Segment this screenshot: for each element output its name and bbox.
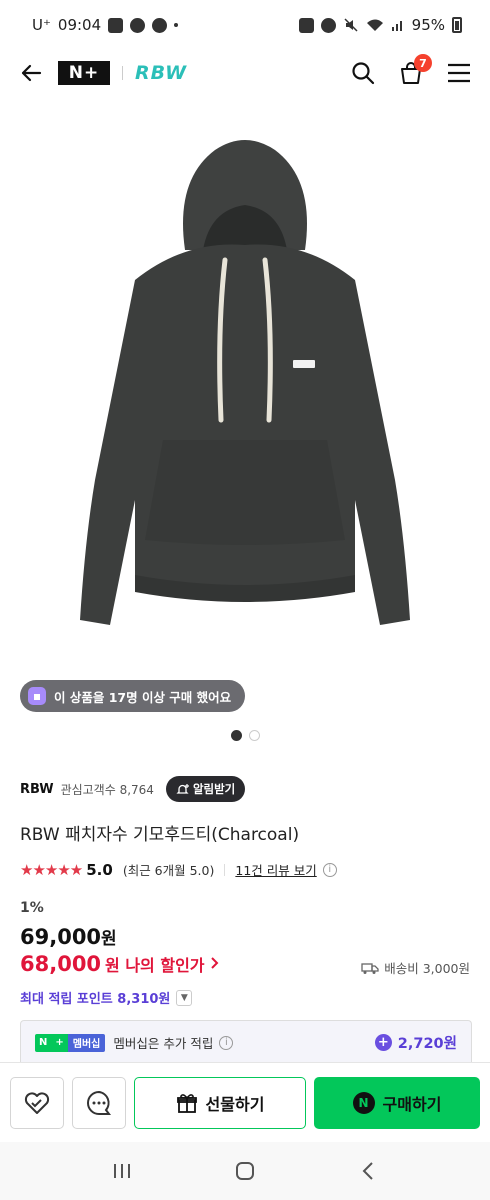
- my-price-label: 원 나의 할인가: [105, 956, 205, 975]
- membership-badge: N + 멤버십: [35, 1033, 106, 1052]
- carrier-label: U⁺: [32, 16, 51, 34]
- chevron-down-icon[interactable]: ▼: [176, 989, 193, 1006]
- talk-button[interactable]: [72, 1076, 126, 1129]
- naver-n-mark: N: [35, 1033, 52, 1052]
- rating-divider: [224, 863, 226, 876]
- chat-bubble-icon: [87, 1090, 111, 1115]
- nplus-logo[interactable]: N+: [58, 61, 110, 85]
- alarm-icon: [320, 17, 336, 33]
- wifi-icon: [366, 19, 383, 31]
- discount-rate: 1%: [20, 900, 44, 916]
- gallery-icon: [108, 17, 124, 33]
- image-pager: [0, 730, 490, 741]
- header-actions: 7: [348, 54, 474, 88]
- shopping-bag-icon: [28, 687, 46, 705]
- home-icon: [235, 1162, 254, 1180]
- membership-points: + 2,720원: [374, 1032, 457, 1053]
- recent-apps-icon: [113, 1164, 130, 1178]
- hoodie-image: [80, 140, 410, 625]
- review-link[interactable]: 11건 리뷰 보기: [235, 860, 316, 879]
- bell-plus-icon: [176, 783, 189, 794]
- cart-button[interactable]: 7: [396, 54, 432, 88]
- gift-button[interactable]: 선물하기: [134, 1076, 306, 1129]
- status-bar: U⁺ 09:04 95%: [0, 0, 490, 50]
- signal-icon: [391, 21, 402, 31]
- max-points-text: 최대 적립 포인트 8,310원: [20, 992, 171, 1007]
- store-row: RBW 관심고객수 8,764 알림받기: [20, 776, 246, 802]
- gift-label: 선물하기: [205, 1094, 265, 1114]
- my-discount-price[interactable]: 68,000 원 나의 할인가: [20, 952, 221, 976]
- hamburger-menu-icon: [448, 63, 470, 83]
- pager-dot-1[interactable]: [230, 730, 242, 741]
- store-name[interactable]: RBW: [20, 782, 54, 797]
- membership-points-value: 2,720원: [397, 1036, 457, 1052]
- cart-count-badge: 7: [414, 54, 432, 72]
- plus-circle-icon: +: [374, 1034, 392, 1051]
- shipping-fee: 배송비 3,000원: [361, 958, 470, 977]
- more-notifications-icon: [174, 23, 179, 27]
- follow-label: 알림받기: [192, 782, 236, 796]
- my-price-value: 68,000: [20, 952, 102, 976]
- store-followers: 관심고객수 8,764: [60, 782, 154, 797]
- purchase-count-text: 이 상품을 17명 이상 구매 했어요: [54, 689, 232, 705]
- battery-percent: 95%: [411, 16, 445, 34]
- search-icon: [352, 62, 375, 85]
- header-divider: [122, 66, 123, 80]
- bottom-action-bar: 선물하기 N 구매하기: [0, 1062, 490, 1142]
- rating-score: 5.0: [86, 860, 113, 879]
- original-price-value: 69,000: [20, 925, 102, 949]
- rating-stars: ★★★★★: [20, 860, 83, 879]
- chevron-right-icon: [210, 957, 218, 969]
- system-nav-bar: [0, 1142, 490, 1200]
- shipping-text: 배송비 3,000원: [384, 961, 470, 976]
- truck-icon: [361, 962, 379, 974]
- max-points-row[interactable]: 최대 적립 포인트 8,310원 ▼: [20, 988, 193, 1007]
- sync-icon: [298, 17, 314, 33]
- info-icon[interactable]: i: [219, 1035, 234, 1050]
- search-button[interactable]: [348, 58, 378, 88]
- original-price: 69,000원: [20, 924, 117, 949]
- heart-check-icon: [24, 1091, 50, 1114]
- chevron-left-icon: [362, 1162, 374, 1180]
- back-nav-button[interactable]: [348, 1151, 388, 1191]
- npay-icon: N: [352, 1091, 375, 1114]
- status-left: U⁺ 09:04: [32, 16, 179, 34]
- menu-button[interactable]: [444, 58, 474, 88]
- wishlist-button[interactable]: [10, 1076, 64, 1129]
- buy-button[interactable]: N 구매하기: [314, 1076, 480, 1129]
- membership-box[interactable]: N + 멤버십 멤버십은 추가 적립 i + 2,720원: [20, 1020, 472, 1064]
- home-button[interactable]: [225, 1151, 265, 1191]
- rating-row: ★★★★★ 5.0 (최근 6개월 5.0) 11건 리뷰 보기 i: [20, 860, 337, 879]
- gift-icon: [176, 1093, 197, 1113]
- plus-mark: +: [51, 1033, 68, 1052]
- follow-alert-button[interactable]: 알림받기: [165, 776, 246, 802]
- pager-dot-2[interactable]: [248, 730, 260, 741]
- product-title: RBW 패치자수 기모후드티(Charcoal): [20, 825, 300, 845]
- talk-icon: [130, 17, 146, 33]
- membership-badge-text: 멤버십: [67, 1033, 106, 1052]
- membership-text: 멤버십은 추가 적립: [113, 1036, 214, 1051]
- info-icon[interactable]: i: [322, 862, 337, 877]
- status-right: 95%: [298, 16, 462, 34]
- recent-apps-button[interactable]: [102, 1151, 142, 1191]
- price-unit: 원: [101, 929, 117, 949]
- purchase-count-chip: 이 상품을 17명 이상 구매 했어요: [20, 680, 246, 712]
- back-button[interactable]: [16, 58, 46, 88]
- status-time: 09:04: [57, 16, 102, 34]
- brand-logo[interactable]: RBW: [135, 62, 187, 84]
- battery-icon: [452, 17, 462, 33]
- recent-rating: (최근 6개월 5.0): [122, 863, 215, 878]
- product-image[interactable]: [0, 120, 490, 660]
- buy-label: 구매하기: [382, 1094, 442, 1114]
- arrow-left-icon: [21, 64, 42, 82]
- message-icon: [152, 17, 168, 33]
- app-header: N+ RBW 7: [0, 50, 490, 96]
- mute-icon: [344, 18, 358, 32]
